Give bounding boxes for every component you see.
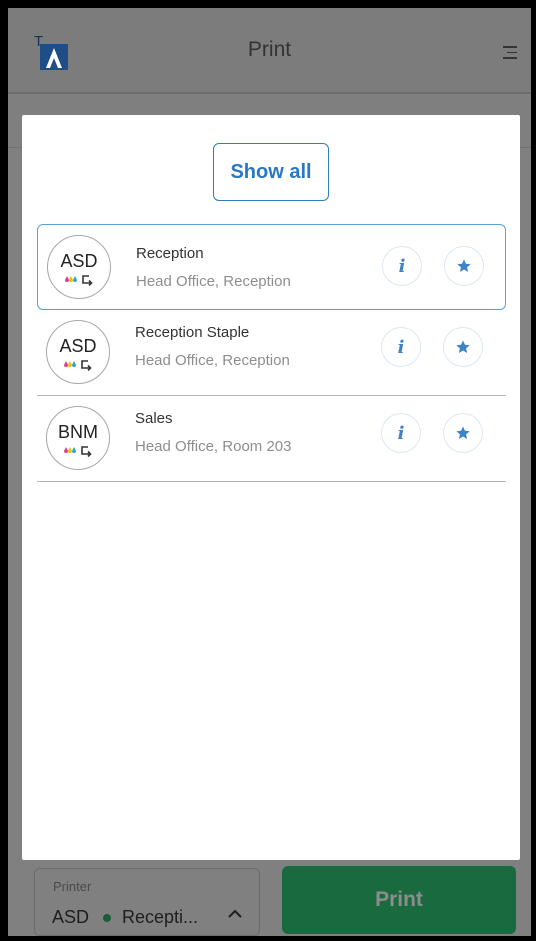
printer-location: Head Office, Room 203	[135, 438, 292, 455]
duplex-icon	[81, 446, 92, 457]
bottom-bar: Printer ASD Recepti... Print	[8, 862, 531, 936]
app-frame: T Print Show all ASD Reception Head Offi…	[8, 8, 531, 936]
info-button[interactable]: i	[381, 413, 421, 453]
color-ink-icon	[64, 447, 76, 453]
info-icon: i	[397, 336, 405, 358]
duplex-icon	[81, 360, 92, 371]
info-button[interactable]: i	[381, 327, 421, 367]
printer-avatar: BNM	[46, 406, 110, 470]
printer-code: BNM	[58, 422, 98, 442]
printer-dropdown[interactable]: Printer ASD Recepti...	[34, 868, 260, 936]
printer-list-item[interactable]: BNM Sales Head Office, Room 203 i	[37, 396, 506, 482]
page-title: Print	[247, 38, 292, 61]
printer-code: ASD	[59, 336, 97, 356]
favorite-button[interactable]	[444, 246, 484, 286]
hamburger-menu-icon[interactable]	[501, 46, 517, 60]
info-icon: i	[398, 255, 406, 277]
printer-name: Reception	[136, 245, 204, 262]
printer-list-item[interactable]: ASD Reception Staple Head Office, Recept…	[37, 310, 506, 396]
printer-code: ASD	[60, 251, 98, 271]
selected-printer-name: Recepti...	[122, 907, 199, 927]
color-ink-icon	[65, 276, 77, 282]
info-icon: i	[397, 422, 405, 444]
color-ink-icon	[64, 361, 76, 367]
duplex-icon	[82, 275, 93, 286]
favorite-button[interactable]	[443, 327, 483, 367]
selected-printer-code: ASD	[52, 907, 90, 927]
printer-avatar: ASD	[47, 235, 111, 299]
star-icon	[456, 426, 470, 439]
star-icon	[456, 340, 470, 353]
printer-location: Head Office, Reception	[136, 273, 291, 290]
app-header: T Print	[8, 8, 531, 94]
chevron-up-icon	[228, 909, 242, 918]
selected-printer: ASD Recepti...	[52, 907, 198, 928]
printer-avatar: ASD	[46, 320, 110, 384]
printer-name: Sales	[135, 410, 173, 427]
printer-label: Printer	[53, 879, 92, 894]
printer-select-modal: Show all ASD Reception Head Office, Rece…	[22, 115, 520, 860]
printer-list-item[interactable]: ASD Reception Head Office, Reception i	[37, 224, 506, 310]
star-icon	[457, 259, 471, 272]
printer-location: Head Office, Reception	[135, 352, 290, 369]
favorite-button[interactable]	[443, 413, 483, 453]
info-button[interactable]: i	[382, 246, 422, 286]
print-button[interactable]: Print	[282, 866, 516, 934]
printer-name: Reception Staple	[135, 324, 250, 341]
status-dot-icon	[103, 913, 112, 922]
show-all-button[interactable]: Show all	[213, 143, 329, 201]
